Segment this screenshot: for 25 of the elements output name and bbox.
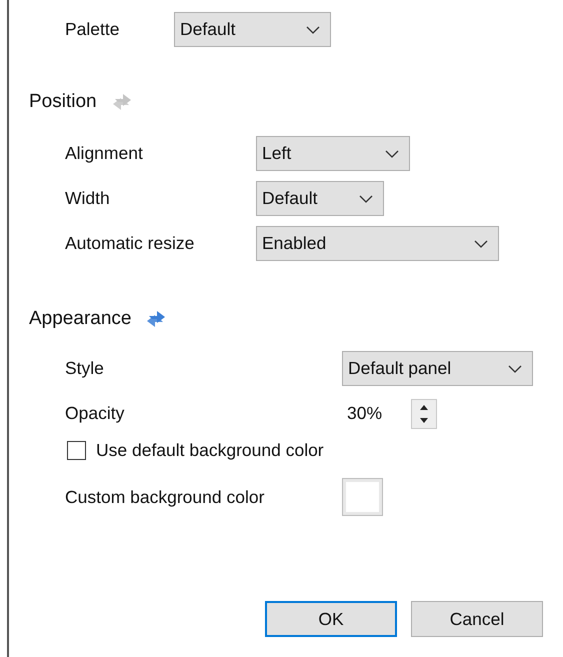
dropdown[interactable]: Left — [256, 136, 410, 171]
opacity-value[interactable]: 30% — [342, 403, 407, 424]
spinner-icon[interactable] — [411, 398, 437, 428]
dropdown[interactable]: Enabled — [256, 226, 499, 261]
checkbox[interactable] — [67, 440, 86, 460]
dropdown[interactable]: Default panel — [342, 351, 533, 386]
field-label: Width — [65, 188, 111, 209]
field-label: Palette — [65, 19, 120, 40]
chevron-icon — [306, 26, 320, 34]
chevron-icon — [474, 240, 488, 248]
dropdown[interactable]: Default — [256, 181, 384, 216]
field-label: Style — [65, 358, 105, 379]
section-heading: Position — [29, 91, 97, 113]
dialog-button[interactable]: Cancel — [411, 601, 543, 637]
palette-dropdown[interactable]: Default — [174, 12, 331, 47]
checkbox-label[interactable]: Use default background color — [96, 440, 324, 460]
field-label: Alignment — [65, 143, 144, 164]
dialog-button[interactable]: OK — [265, 601, 397, 637]
chevron-icon — [359, 194, 373, 202]
chevron-icon — [385, 150, 399, 158]
field-label: Opacity — [65, 403, 126, 424]
field-label: Automatic resize — [65, 233, 196, 254]
chevron-icon — [508, 364, 522, 372]
field-label: Custom background color — [65, 486, 266, 508]
section-heading: Appearance — [29, 308, 132, 330]
